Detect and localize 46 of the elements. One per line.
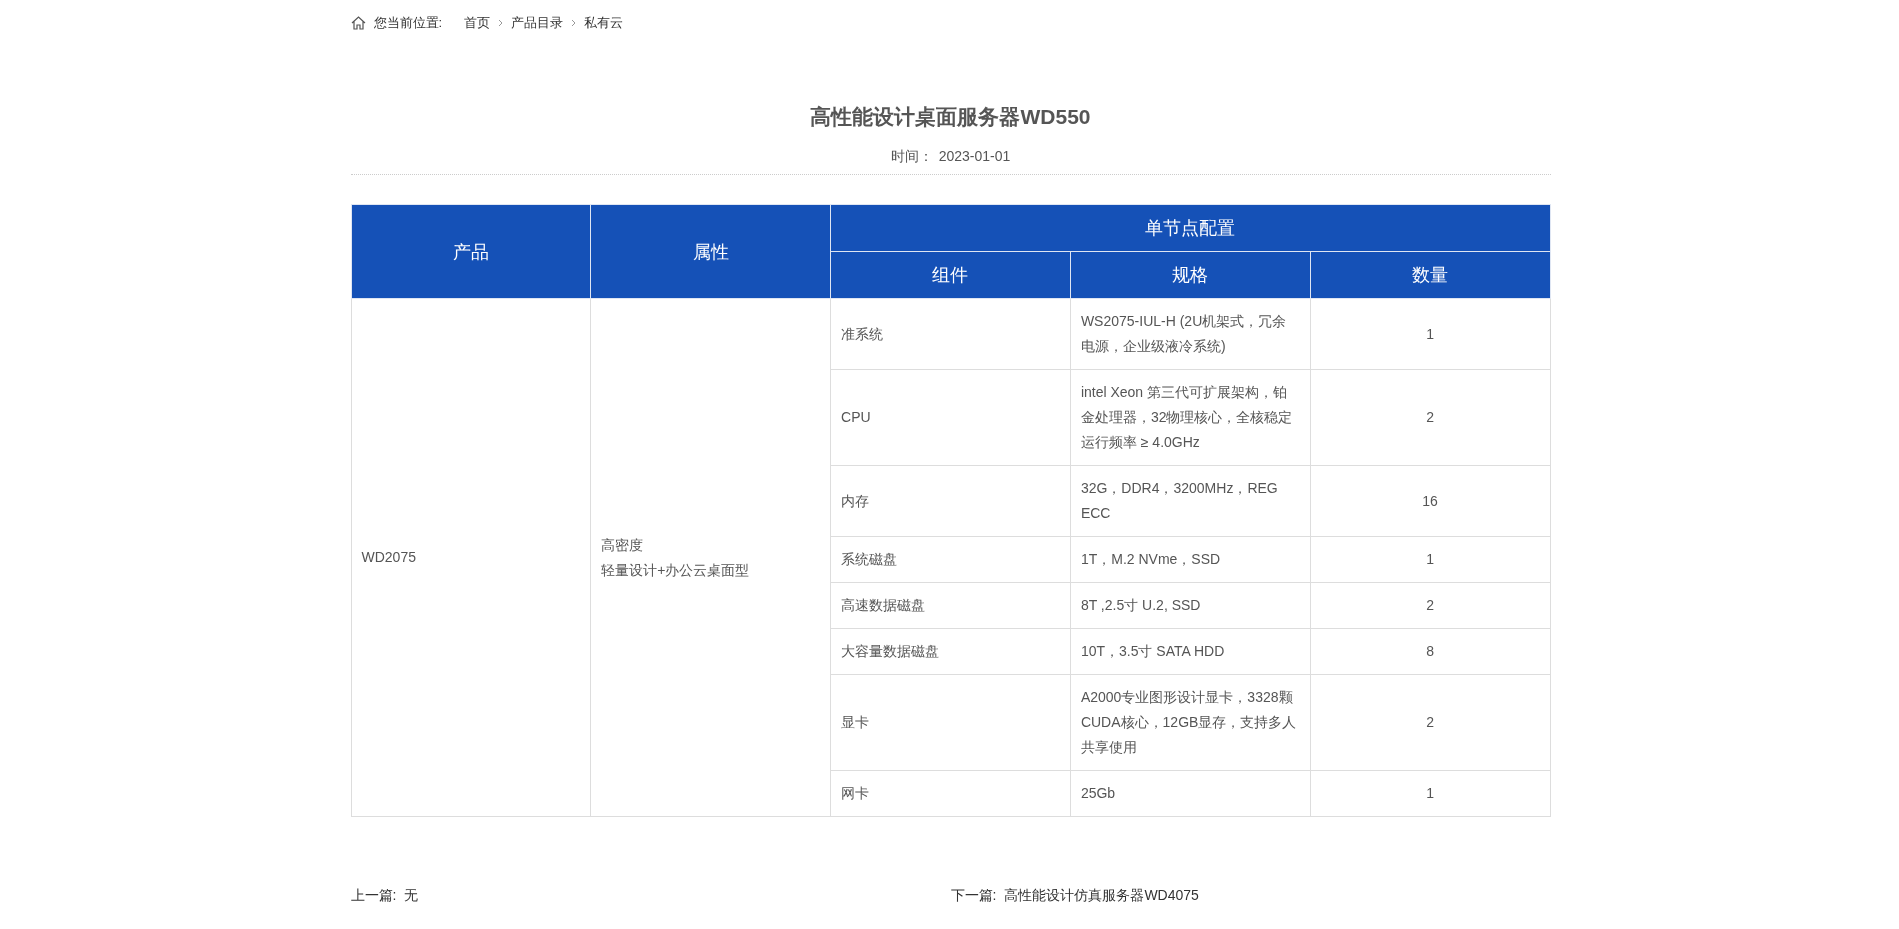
- table-cell: 系统磁盘: [830, 536, 1071, 583]
- header-cell: 单节点配置: [830, 204, 1550, 252]
- date-value: 2023-01-01: [938, 148, 1011, 164]
- table-cell: 16: [1310, 465, 1550, 537]
- table-cell: 25Gb: [1070, 770, 1311, 817]
- table-cell: 网卡: [830, 770, 1071, 817]
- breadcrumb-link[interactable]: 私有云: [584, 14, 624, 32]
- header-cell: 属性: [590, 204, 831, 299]
- table-cell: 内存: [830, 465, 1071, 537]
- table-cell: 2: [1310, 582, 1550, 629]
- table-cell: 高速数据磁盘: [830, 582, 1071, 629]
- table-cell: 2: [1310, 369, 1550, 466]
- breadcrumb-label: 您当前位置:: [373, 14, 443, 32]
- breadcrumb-link[interactable]: 产品目录: [511, 14, 564, 32]
- header-cell: 产品: [351, 204, 591, 299]
- table-cell: 高密度 轻量设计+办公云桌面型: [590, 298, 831, 817]
- table-cell: 2: [1310, 674, 1550, 771]
- table-cell: 1: [1310, 770, 1550, 817]
- next-label: 下一篇:: [950, 887, 997, 903]
- table-cell: 1: [1310, 298, 1550, 370]
- home-icon: [350, 16, 366, 30]
- table-cell: 大容量数据磁盘: [830, 628, 1071, 675]
- table-cell: WS2075-IUL-H (2U机架式，冗余电源，企业级液冷系统): [1070, 298, 1311, 370]
- next-link[interactable]: 高性能设计仿真服务器WD4075: [1004, 887, 1199, 903]
- previous-link[interactable]: 无: [404, 887, 419, 903]
- table-cell: 1: [1310, 536, 1550, 583]
- header-cell: 组件: [830, 251, 1071, 299]
- table-cell: 32G，DDR4，3200MHz，REG ECC: [1070, 465, 1311, 537]
- table-cell: 10T，3.5寸 SATA HDD: [1070, 628, 1311, 675]
- chevron-icon: [571, 19, 577, 27]
- table-cell: intel Xeon 第三代可扩展架构，铂金处理器，32物理核心，全核稳定运行频率 ≥ 4.0GHz: [1070, 369, 1311, 466]
- table-cell: 显卡: [830, 674, 1071, 771]
- chevron-icon: [498, 19, 504, 27]
- table-cell: 8T ,2.5寸 U.2, SSD: [1070, 582, 1311, 629]
- header-cell: 规格: [1070, 251, 1311, 299]
- breadcrumb-link[interactable]: 首页: [464, 14, 491, 32]
- table-cell: WD2075: [351, 298, 591, 817]
- table-cell: A2000专业图形设计显卡，3328颗CUDA核心，12GB显存，支持多人共享使用: [1070, 674, 1311, 771]
- header-cell: 数量: [1310, 251, 1550, 299]
- previous-label: 上一篇:: [350, 887, 397, 903]
- table-cell: CPU: [830, 369, 1071, 466]
- article-title: 高性能设计桌面服务器WD550: [809, 104, 1092, 130]
- table-cell: 8: [1310, 628, 1550, 675]
- date-label: 时间：: [890, 148, 933, 164]
- table-cell: 1T，M.2 NVme，SSD: [1070, 536, 1311, 583]
- table-cell: 准系统: [830, 298, 1071, 370]
